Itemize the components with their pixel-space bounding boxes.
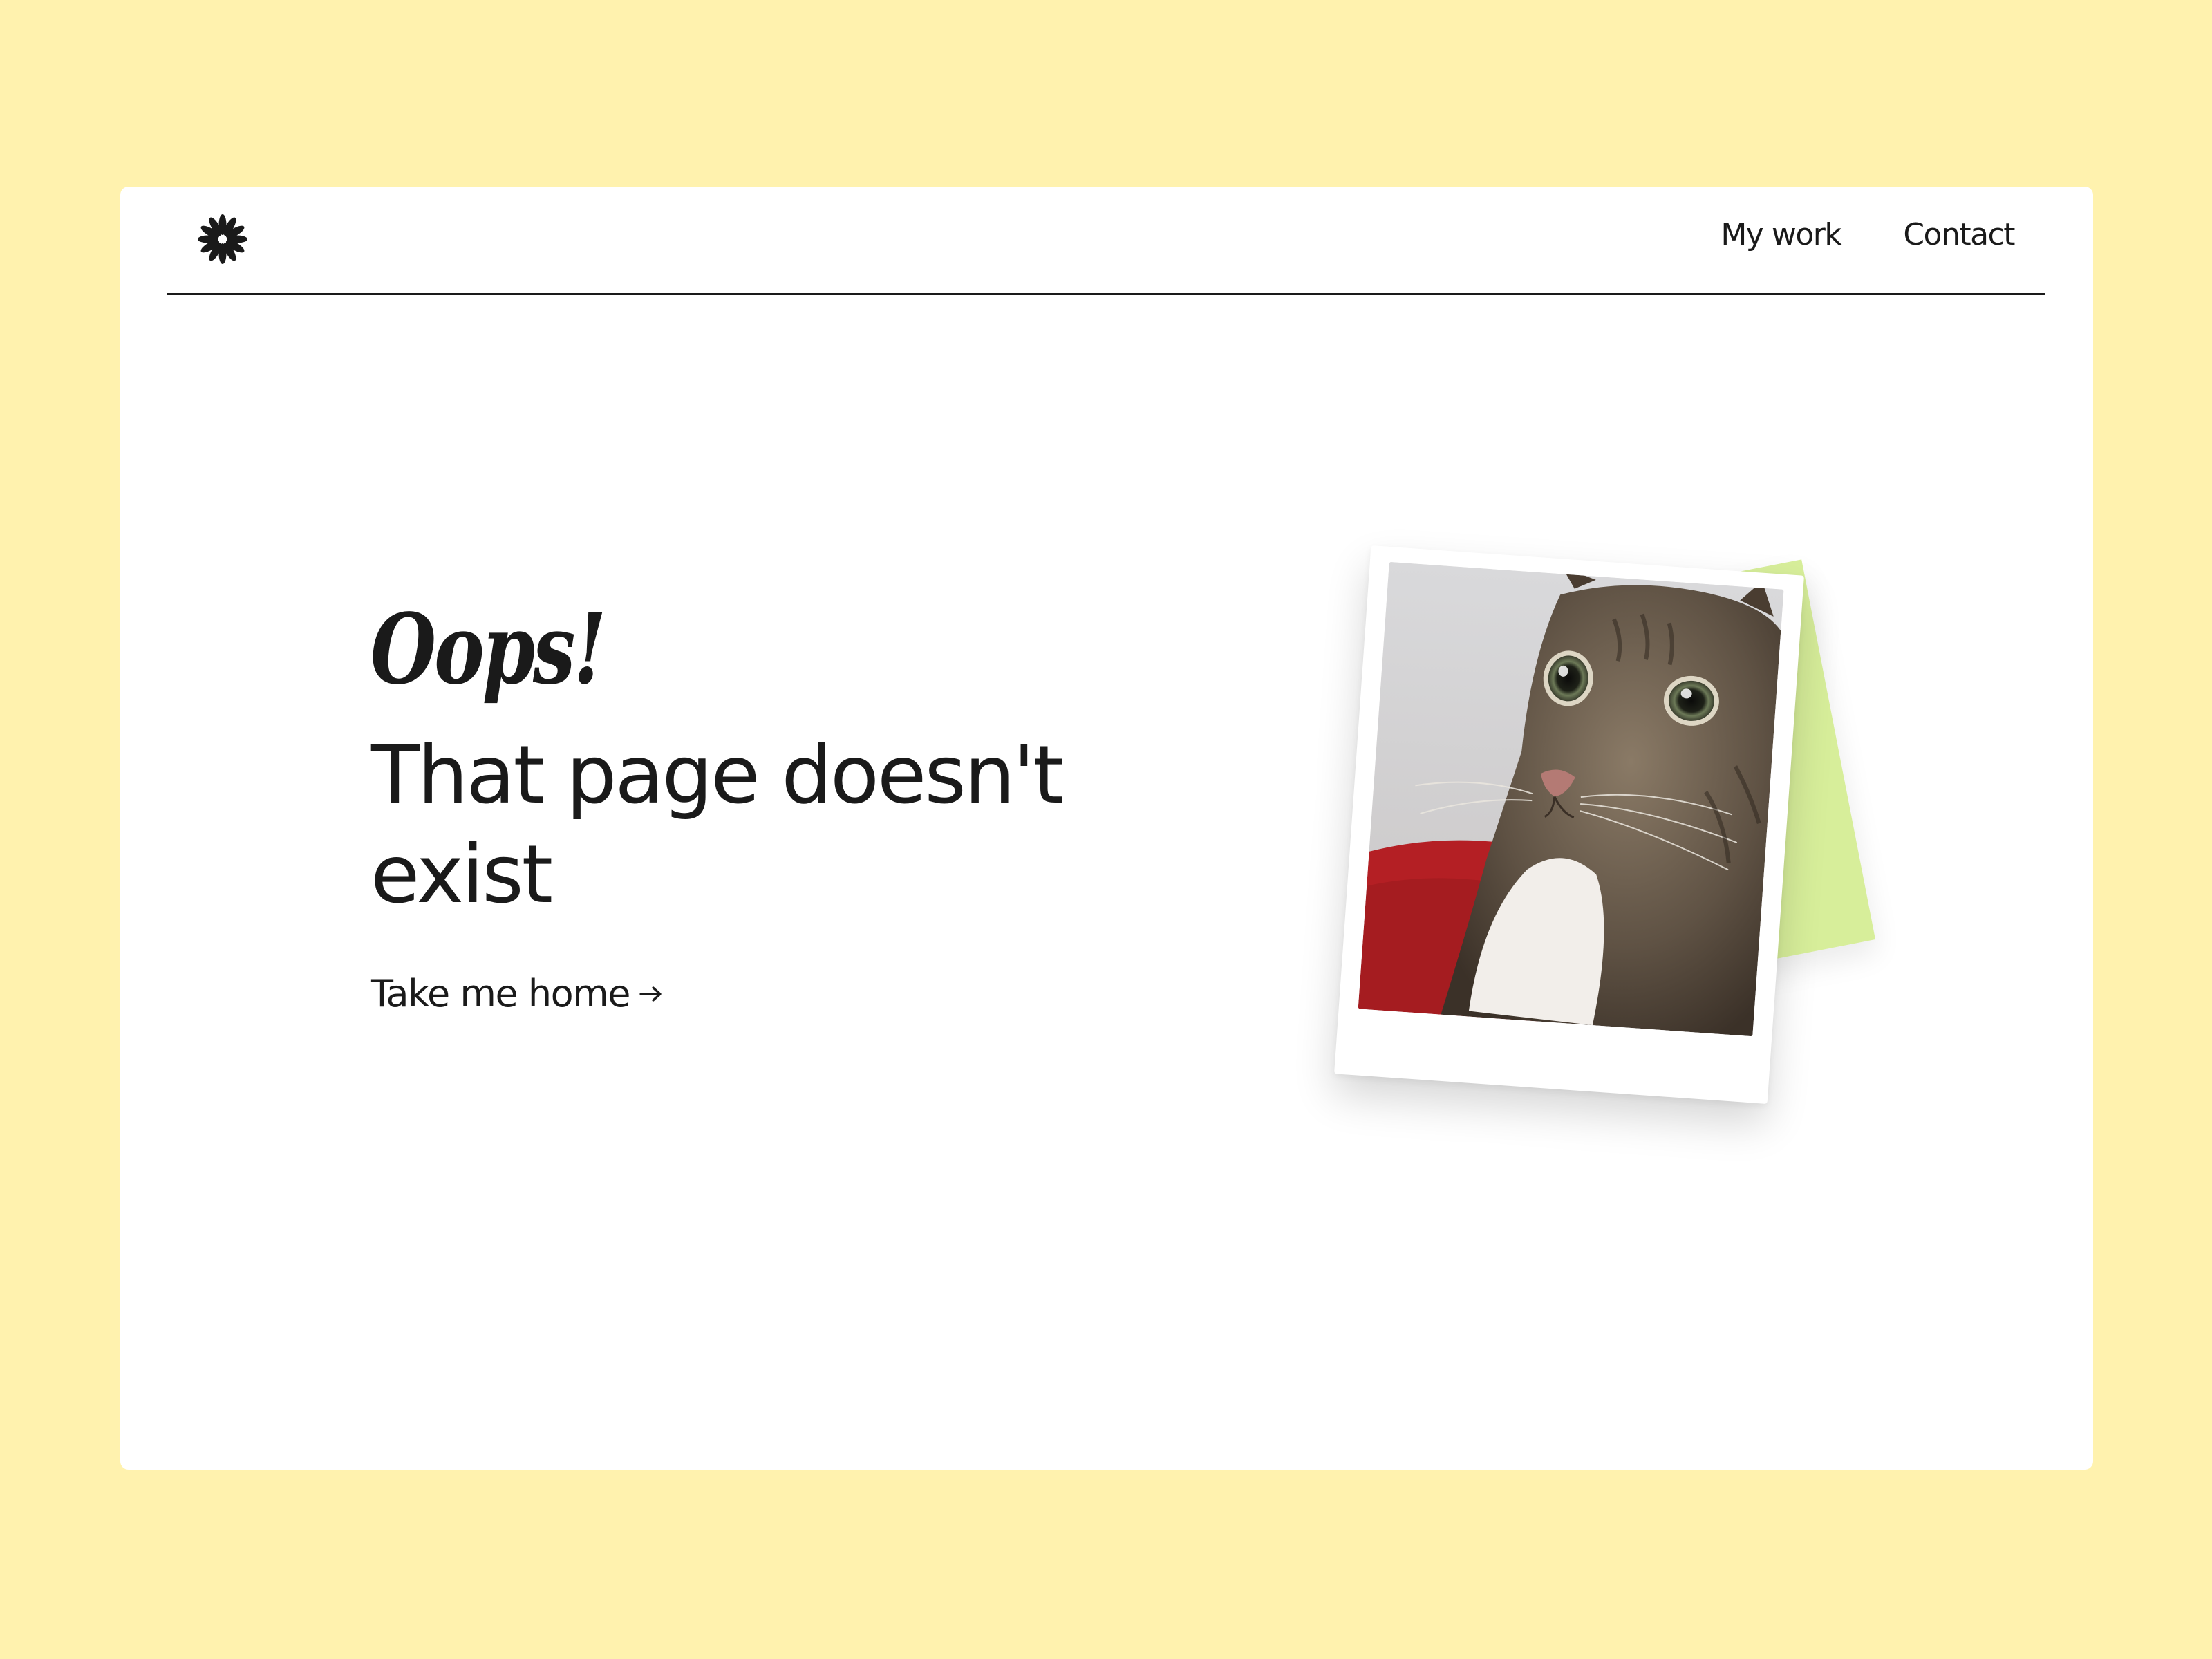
asterisk-flower-icon [198,214,247,264]
nav-my-work-link[interactable]: My work [1721,217,1841,252]
page-not-found-message: That page doesn't exist [371,729,1065,921]
error-message-section: Oops! That page doesn't exist Take me ho… [371,601,1200,1015]
nav-contact-link[interactable]: Contact [1903,217,2015,252]
take-me-home-link[interactable]: Take me home [371,972,663,1015]
cat-photo [1358,561,1784,1037]
take-me-home-label: Take me home [371,972,630,1015]
logo-link[interactable] [196,213,249,265]
page-card: My work Contact Oops! That page doesn't … [120,187,2093,1470]
oops-heading: Oops! [371,593,606,706]
arrow-right-icon [639,986,662,1002]
cat-illustration [1358,561,1784,1037]
main-nav: My work Contact [1721,217,2015,252]
site-header: My work Contact [167,187,2045,295]
polaroid-frame [1334,545,1804,1104]
